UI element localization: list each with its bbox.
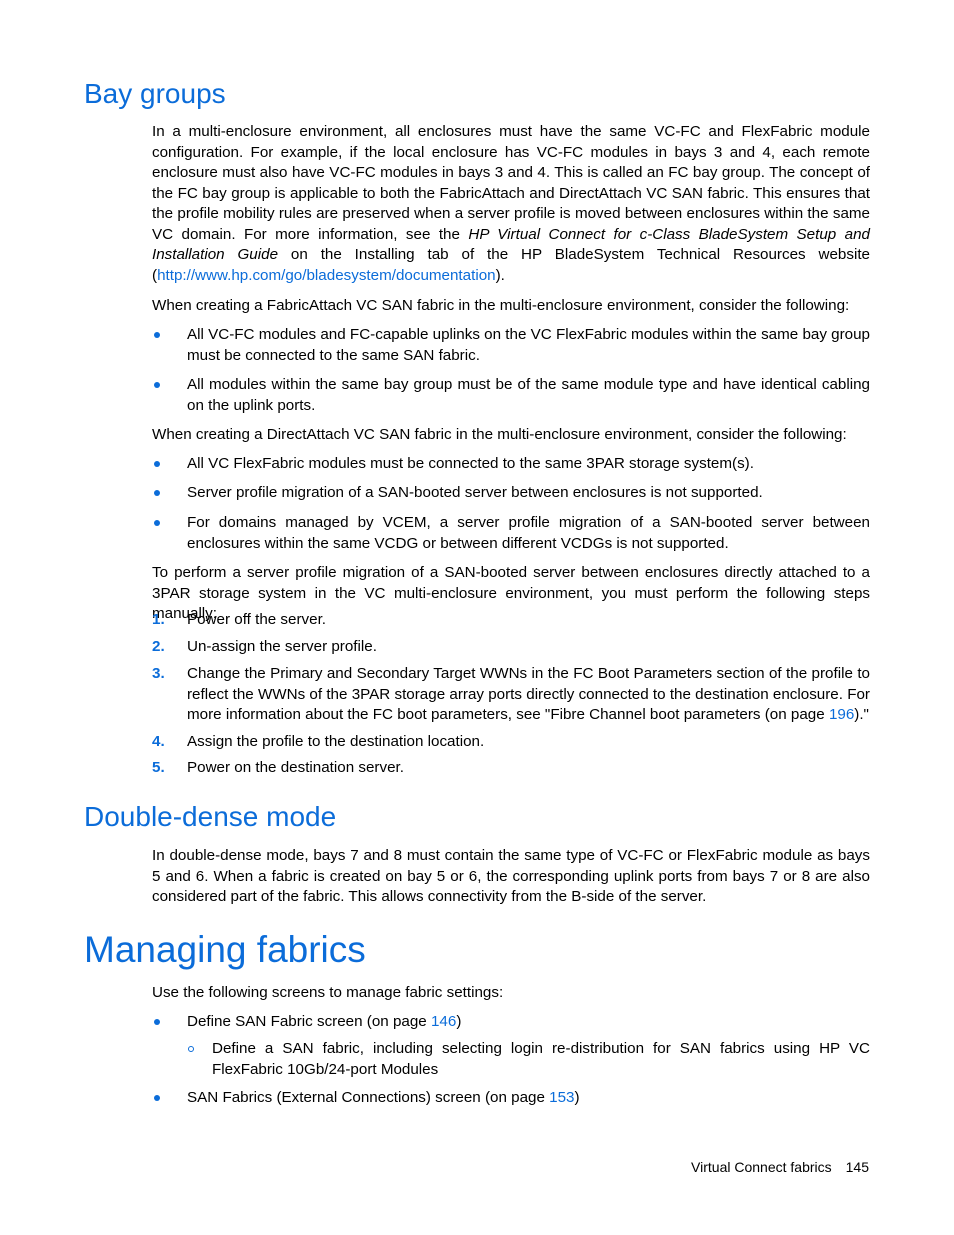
step-text: Power off the server. <box>187 611 327 628</box>
item-text-end: ) <box>456 1013 462 1030</box>
double-dense-paragraph: In double-dense mode, bays 7 and 8 must … <box>152 847 870 905</box>
bullet-icon <box>154 382 160 388</box>
list-item-text: All modules within the same bay group mu… <box>187 376 870 414</box>
item-text: Define SAN Fabric screen (on page <box>187 1013 431 1030</box>
step-number: 5. <box>152 759 165 776</box>
list-item-text: SAN Fabrics (External Connections) scree… <box>187 1088 870 1109</box>
list-item: SAN Fabrics (External Connections) scree… <box>152 1088 870 1109</box>
step-item: 4. Assign the profile to the destination… <box>152 732 870 753</box>
list-item-text: Server profile migration of a SAN-booted… <box>187 484 763 501</box>
directattach-intro: When creating a DirectAttach VC SAN fabr… <box>152 426 847 443</box>
section-heading-double-dense-mode: Double-dense mode <box>84 801 337 832</box>
sub-list-item: Define a SAN fabric, including selecting… <box>187 1039 870 1080</box>
paragraph-text: ). <box>495 266 505 284</box>
bullet-icon <box>154 461 160 467</box>
list-item: Define SAN Fabric screen (on page 146) <box>152 1012 870 1033</box>
step-number: 2. <box>152 638 165 655</box>
item-text: SAN Fabrics (External Connections) scree… <box>187 1089 550 1106</box>
bullet-icon <box>154 520 160 526</box>
step-text-end: )." <box>854 706 869 723</box>
list-item-text: All VC-FC modules and FC-capable uplinks… <box>187 326 870 364</box>
list-item-text: All VC FlexFabric modules must be connec… <box>187 455 754 472</box>
page-link-146[interactable]: 146 <box>431 1013 456 1030</box>
page-link-153[interactable]: 153 <box>549 1089 574 1106</box>
step-item: 2. Un-assign the server profile. <box>152 637 870 658</box>
step-number: 1. <box>152 611 165 628</box>
documentation-link[interactable]: http://www.hp.com/go/bladesystem/documen… <box>157 267 496 284</box>
page-number: 145 <box>845 1159 869 1175</box>
step-text: Change the Primary and Secondary Target … <box>187 664 870 726</box>
managing-fabrics-intro: Use the following screens to manage fabr… <box>152 984 504 1001</box>
page-footer: Virtual Connect fabrics 145 <box>691 1157 869 1178</box>
step-item: 5. Power on the destination server. <box>152 758 870 779</box>
step-text: Un-assign the server profile. <box>187 638 377 655</box>
step-text: Power on the destination server. <box>187 759 404 776</box>
bullet-icon <box>154 1019 160 1025</box>
item-text-end: ) <box>574 1089 580 1106</box>
circle-bullet-icon <box>188 1046 194 1052</box>
bullet-icon <box>154 490 160 496</box>
step-number: 3. <box>152 665 165 682</box>
step-text-body: Change the Primary and Secondary Target … <box>187 665 870 723</box>
step-number: 4. <box>152 733 165 750</box>
step-item: 1. Power off the server. <box>152 610 870 631</box>
step-item: 3. Change the Primary and Secondary Targ… <box>152 664 870 726</box>
footer-section-title: Virtual Connect fabrics <box>691 1159 832 1175</box>
bullet-icon <box>154 332 160 338</box>
list-item-text: For domains managed by VCEM, a server pr… <box>187 514 870 552</box>
list-item: All VC-FC modules and FC-capable uplinks… <box>152 325 870 366</box>
page-link-196[interactable]: 196 <box>829 706 854 723</box>
list-item: For domains managed by VCEM, a server pr… <box>152 513 870 554</box>
list-item: All VC FlexFabric modules must be connec… <box>152 454 870 475</box>
list-item-text: Define SAN Fabric screen (on page 146) <box>187 1012 870 1033</box>
section-heading-bay-groups: Bay groups <box>84 78 226 109</box>
chapter-heading-managing-fabrics: Managing fabrics <box>84 929 366 970</box>
fabricattach-intro: When creating a FabricAttach VC SAN fabr… <box>152 297 850 314</box>
bay-groups-intro-paragraph: In a multi-enclosure environment, all en… <box>152 122 870 286</box>
list-item: All modules within the same bay group mu… <box>152 375 870 416</box>
list-item: Server profile migration of a SAN-booted… <box>152 483 870 504</box>
bullet-icon <box>154 1095 160 1101</box>
step-text: Assign the profile to the destination lo… <box>187 733 485 750</box>
sub-item-text: Define a SAN fabric, including selecting… <box>212 1040 870 1078</box>
